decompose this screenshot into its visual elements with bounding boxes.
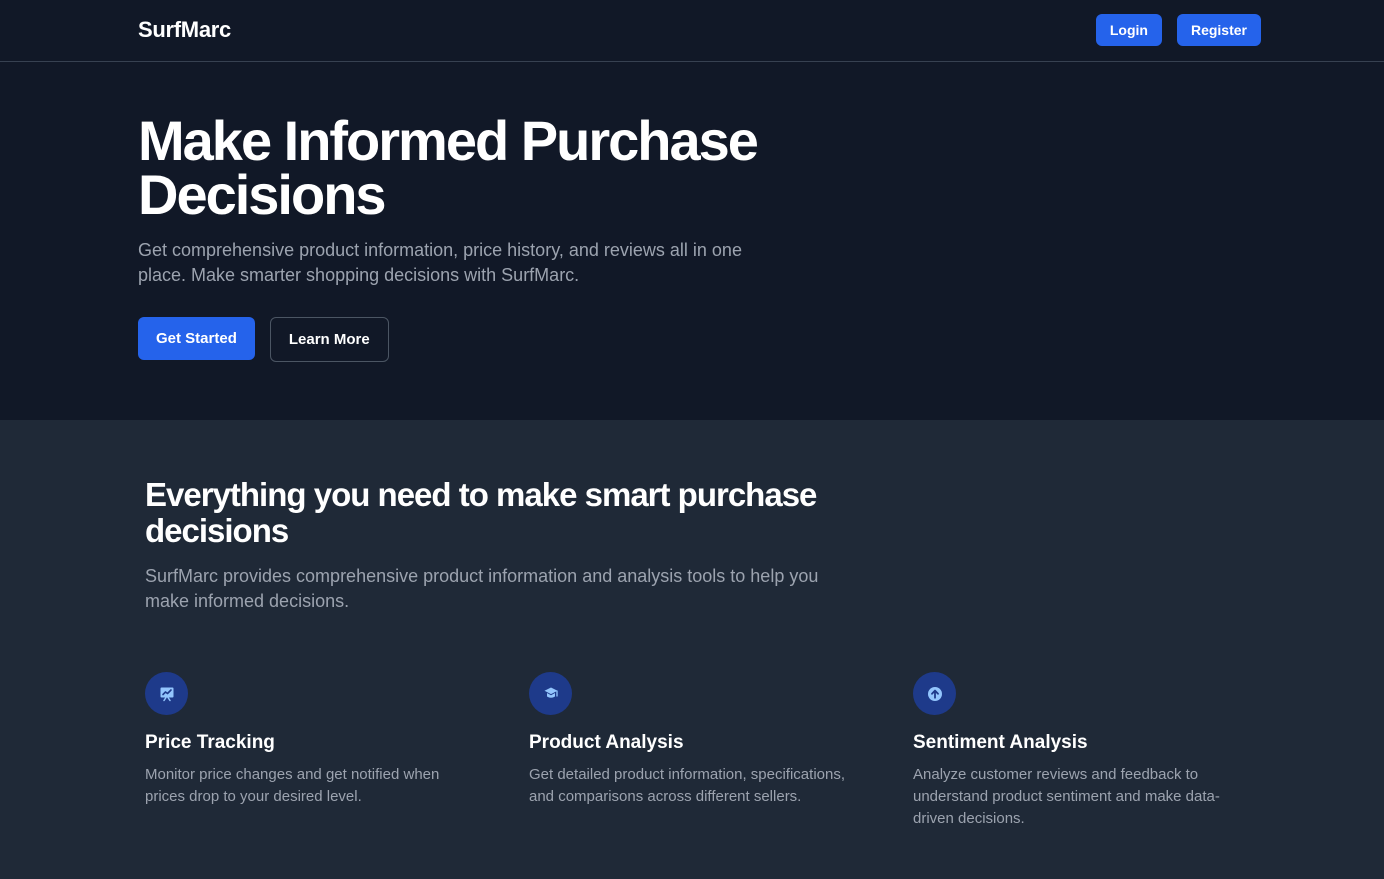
hero-title: Make Informed Purchase Decisions — [138, 109, 759, 226]
feature-description: Monitor price changes and get notified w… — [145, 766, 440, 805]
feature-description: Get detailed product information, specif… — [529, 766, 846, 805]
features-title: Everything you need to make smart purcha… — [145, 476, 817, 549]
register-button[interactable]: Register — [1176, 14, 1261, 46]
analysis-icon — [529, 672, 572, 715]
hero-buttons: Get Started Learn More — [138, 317, 389, 362]
price-chart-icon — [145, 672, 188, 715]
sentiment-icon — [913, 672, 956, 715]
feature-title: Product Analysis — [529, 732, 684, 753]
features-subtitle: SurfMarc provides comprehensive product … — [145, 566, 819, 611]
feature-card-product-analysis: Product Analysis Get detailed product in… — [529, 672, 859, 808]
feature-card-price-tracking: Price Tracking Monitor price changes and… — [145, 672, 475, 808]
hero-section: Make Informed Purchase Decisions Get com… — [0, 62, 1384, 419]
login-button[interactable]: Login — [1095, 14, 1162, 46]
features-section: Everything you need to make smart purcha… — [0, 420, 1384, 879]
feature-card-sentiment-analysis: Sentiment Analysis Analyze customer revi… — [913, 672, 1243, 830]
get-started-button[interactable]: Get Started — [138, 317, 255, 360]
feature-title: Sentiment Analysis — [913, 732, 1088, 753]
brand-logo[interactable]: SurfMarc — [138, 17, 231, 43]
navbar: SurfMarc Login Register — [0, 0, 1384, 62]
hero-subtitle: Get comprehensive product information, p… — [138, 240, 742, 285]
nav-actions: Login Register — [1095, 14, 1261, 46]
feature-description: Analyze customer reviews and feedback to… — [913, 766, 1220, 827]
feature-title: Price Tracking — [145, 732, 275, 753]
learn-more-button[interactable]: Learn More — [269, 317, 389, 362]
